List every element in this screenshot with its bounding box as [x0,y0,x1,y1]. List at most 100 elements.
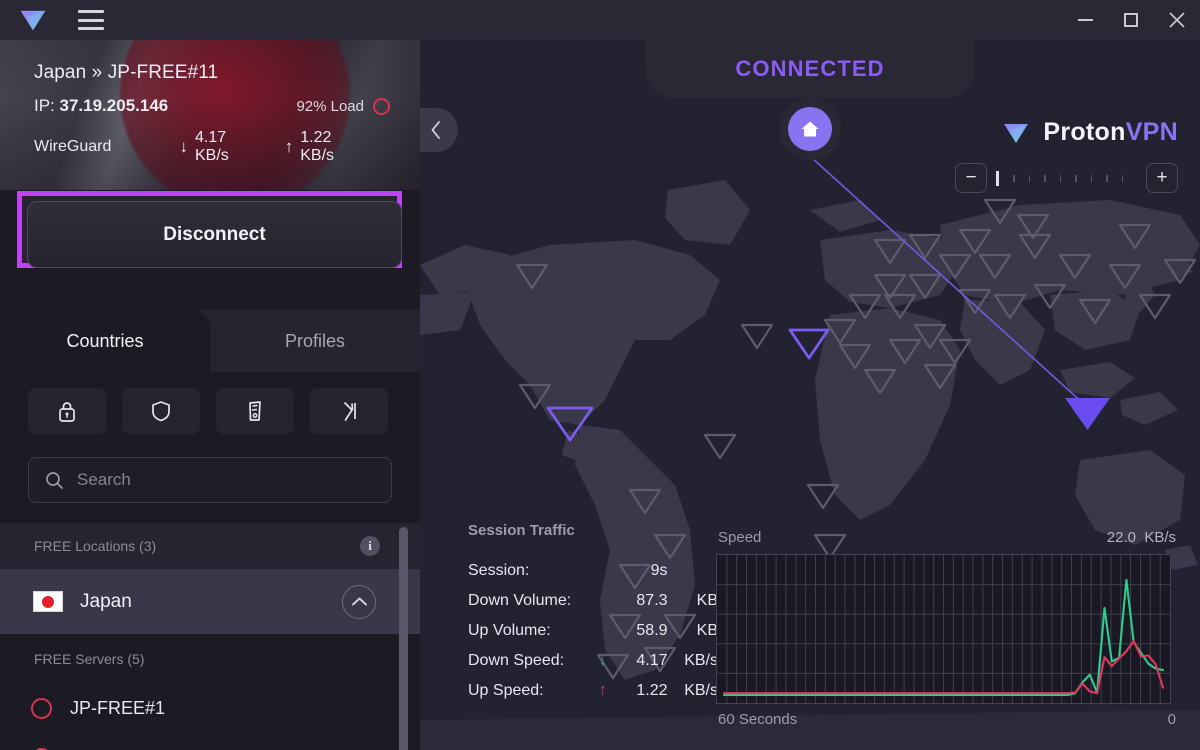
zoom-slider-track[interactable] [996,170,1137,186]
session-traffic-title: Session Traffic [468,522,575,539]
ip-value: 37.19.205.146 [59,96,169,115]
session-traffic-row: Down Speed: ↓ 4.17 KB/s [468,646,718,676]
brand-proton: Proton [1043,118,1126,146]
sidebar-tabs: Countries Profiles [0,310,420,372]
list-item-country-japan[interactable]: Japan [0,569,420,634]
session-traffic-row: Up Volume: 58.9 KB [468,616,718,646]
scrollbar-thumb[interactable] [399,527,408,750]
session-traffic-rows: Session: 9s Down Volume: 87.3 KB Up Volume: 58… [468,556,718,706]
zoom-tick[interactable] [1090,174,1092,182]
tor-button[interactable] [310,388,388,434]
disconnect-highlight-box: Disconnect [17,191,402,268]
zoom-out-button[interactable]: − [955,163,987,193]
zoom-tick[interactable] [1121,174,1123,182]
chart-x-left-label: 60 Seconds [718,711,798,728]
speed-chart: Speed 22.0 KB/s 60 Seconds 0 [716,529,1178,728]
zoom-tick[interactable] [1059,174,1061,182]
chevron-up-icon [351,597,367,606]
minimize-icon [1077,19,1093,21]
stat-arrow-icon: ↑ [598,682,607,699]
status-badge: CONNECTED [735,56,885,81]
chart-x-right-label: 0 [1167,711,1176,728]
tab-profiles[interactable]: Profiles [210,310,420,372]
stat-label: Down Volume: [468,592,572,609]
stat-label: Down Speed: [468,652,565,669]
server-name-label: JP-FREE#1 [70,697,166,718]
home-node[interactable] [779,98,841,160]
chevron-left-icon [431,121,440,139]
stat-label: Up Volume: [468,622,551,639]
free-servers-header: FREE Servers (5) [0,634,420,683]
stat-unit: KB/s [684,652,718,669]
server-load-ring-icon [31,697,52,719]
zoom-in-button[interactable]: + [1146,163,1178,193]
free-locations-header: FREE Locations (3) i [0,523,420,569]
zoom-tick[interactable] [1044,174,1046,182]
collapse-country-button[interactable] [342,584,376,619]
hamburger-menu-icon[interactable] [78,10,104,30]
map-panel[interactable]: CONNECTED ProtonVPN − + Session Traffic … [420,40,1200,750]
sidebar: Japan » JP-FREE#11 IP: 37.19.205.146 92%… [0,40,420,750]
map-zoom-control: − + [955,163,1178,193]
stat-value: 58.9 [636,622,668,639]
title-bar [0,0,1200,40]
protonvpn-logo-icon [18,7,48,33]
p2p-icon [249,401,261,421]
secure-core-button[interactable] [28,388,106,434]
download-rate-value: 4.17 KB/s [195,129,229,164]
list-item-server[interactable]: JP-FREE#2 [0,733,420,750]
minimize-button[interactable] [1062,0,1108,40]
locations-scrollbar[interactable] [399,527,408,750]
ip-label: IP: [34,96,60,115]
stat-value: 4.17 [636,652,668,669]
protocol-label: WireGuard [34,138,112,155]
stat-label: Up Speed: [468,682,544,699]
search-input[interactable] [77,470,357,490]
maximize-icon [1124,13,1138,27]
chart-canvas [717,555,1170,703]
stat-value: 87.3 [636,592,668,609]
netshield-icon [152,401,170,422]
p2p-button[interactable] [216,388,294,434]
free-locations-label: FREE Locations (3) [34,538,157,554]
upload-rate-value: 1.22 KB/s [300,129,335,164]
protonvpn-logo-icon [1004,123,1029,143]
japan-flag-icon [33,591,63,612]
zoom-tick[interactable] [1028,174,1030,182]
download-arrow-icon: ↓ [179,137,189,156]
list-item-server[interactable]: JP-FREE#1 [0,683,420,733]
zoom-slider-handle[interactable] [996,170,999,186]
brand-vpn: VPN [1125,118,1178,146]
upload-arrow-icon: ↑ [284,137,294,156]
search-icon [46,471,63,489]
protonvpn-window: Japan » JP-FREE#11 IP: 37.19.205.146 92%… [0,0,1200,750]
zoom-tick[interactable] [1075,174,1077,182]
connection-status-banner: CONNECTED [645,40,975,98]
protonvpn-brand: ProtonVPN [1001,118,1178,147]
zoom-tick[interactable] [1106,174,1108,182]
chart-title: Speed [718,529,762,546]
locations-list: FREE Locations (3) i Japan FREE Servers … [0,523,420,750]
secure-core-icon [59,402,75,422]
disconnect-button[interactable]: Disconnect [27,201,402,268]
server-load: 92% Load [296,97,390,115]
stat-unit: KB [696,622,718,639]
tab-countries[interactable]: Countries [0,310,210,372]
zoom-tick[interactable] [1013,174,1015,182]
info-icon[interactable]: i [360,536,380,556]
connection-card: Japan » JP-FREE#11 IP: 37.19.205.146 92%… [0,40,420,190]
session-traffic-panel: Session Traffic Session: 9s Down Volume: 87… [468,522,718,706]
session-traffic-row: Session: 9s [468,556,718,586]
search-box[interactable] [28,457,392,503]
ip-address-row: IP: 37.19.205.146 [34,96,168,116]
country-name-label: Japan [80,590,132,612]
close-button[interactable] [1154,0,1200,40]
maximize-button[interactable] [1108,0,1154,40]
download-rate: ↓ 4.17 KB/s [180,129,261,165]
server-load-label: 92% Load [296,97,364,115]
home-icon [801,121,819,137]
stat-value: 1.22 [636,682,668,699]
stat-arrow-icon: ↓ [598,652,607,669]
netshield-button[interactable] [122,388,200,434]
stat-unit: KB [696,592,718,609]
